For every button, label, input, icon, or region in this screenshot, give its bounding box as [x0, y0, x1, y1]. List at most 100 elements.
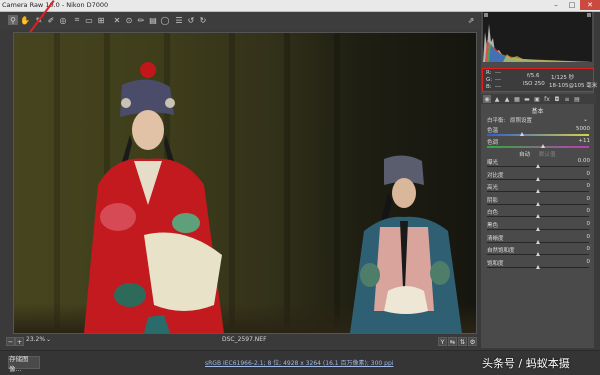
histogram [483, 12, 592, 62]
basic-slider-knob[interactable] [535, 252, 540, 257]
graduated-filter-icon[interactable]: ▤ [148, 15, 158, 25]
basic-slider-row[interactable]: 清晰度 0 [484, 234, 592, 245]
basic-slider-label: 饱和度 [487, 260, 504, 267]
aperture: f/5.6 [527, 73, 540, 79]
zoom-icon[interactable]: ⚲ [8, 15, 18, 25]
basic-slider-value[interactable]: 0 [587, 183, 591, 189]
color-sampler-icon[interactable]: ✐ [46, 15, 56, 25]
basic-slider-row[interactable]: 阴影 0 [484, 196, 592, 207]
settings-icon[interactable]: ⚙ [468, 337, 477, 346]
window-title-bar: Camera Raw 10.0 - Nikon D7000 – □ ✕ [0, 0, 600, 12]
tab-lens-icon[interactable]: ▣ [533, 95, 541, 103]
basic-slider-knob[interactable] [535, 239, 540, 244]
targeted-adjust-icon[interactable]: ◎ [58, 15, 68, 25]
focal-length: 18-105@105 毫米 [549, 83, 598, 89]
temp-tint-value[interactable]: +11 [578, 138, 590, 144]
temp-tint-knob[interactable] [520, 132, 525, 136]
b-label: B: [486, 84, 492, 90]
basic-slider-label: 对比度 [487, 172, 504, 179]
tab-snapshots-icon[interactable]: ▤ [573, 95, 581, 103]
image-preview[interactable] [13, 32, 477, 334]
zoom-out-button[interactable]: − [6, 337, 15, 346]
tab-basic-icon[interactable]: ◉ [483, 95, 491, 103]
basic-slider-knob[interactable] [535, 264, 540, 269]
zoom-dropdown-icon[interactable]: ⌄ [46, 336, 51, 343]
tab-camera-calibration-icon[interactable]: ◘ [553, 95, 561, 103]
basic-slider-knob[interactable] [535, 201, 540, 206]
minimize-button[interactable]: – [548, 0, 564, 10]
zoom-level[interactable]: 23.2% [26, 336, 45, 343]
g-value: --- [495, 77, 501, 83]
rotate-cw-icon[interactable]: ↻ [198, 15, 208, 25]
temp-tint-track[interactable] [487, 146, 589, 148]
tab-effects-icon[interactable]: fx [543, 95, 551, 103]
temp-tint-row[interactable]: 色温 5000 [484, 126, 592, 137]
r-label: R: [486, 70, 492, 76]
basic-slider-label: 曝光 [487, 160, 499, 166]
chevron-down-icon[interactable]: ⌄ [583, 116, 588, 123]
auto-button[interactable]: 自动 [519, 150, 530, 158]
basic-slider-knob[interactable] [535, 214, 540, 219]
basic-slider-row[interactable]: 自然饱和度 0 [484, 246, 592, 257]
temp-tint-value[interactable]: 5000 [576, 126, 590, 132]
before-after-icon[interactable]: ⇆ [448, 337, 457, 346]
basic-slider-value[interactable]: 0 [587, 208, 591, 214]
temp-tint-knob[interactable] [540, 144, 545, 148]
straighten-icon[interactable]: ▭ [84, 15, 94, 25]
basic-slider-knob[interactable] [535, 164, 540, 168]
basic-slider-row[interactable]: 黑色 0 [484, 221, 592, 232]
default-button[interactable]: 默认值 [539, 150, 556, 158]
preferences-icon[interactable]: ☰ [174, 15, 184, 25]
preview-bottom-bar: − + 23.2% ⌄ DSC_2597.NEF Y ⇆ ⇅ ⚙ [0, 336, 480, 346]
white-balance-label: 白平衡: [487, 118, 506, 124]
close-button[interactable]: ✕ [580, 0, 600, 10]
basic-slider-value[interactable]: 0 [587, 221, 591, 227]
crop-icon[interactable]: ⌗ [72, 15, 82, 25]
basic-slider-label: 清晰度 [487, 235, 504, 242]
b-value: --- [495, 84, 501, 90]
temp-tint-row[interactable]: 色调 +11 [484, 138, 592, 149]
temp-tint-label: 色调 [487, 140, 499, 146]
g-label: G: [486, 77, 493, 83]
red-eye-icon[interactable]: ⊙ [124, 15, 134, 25]
stage-photo [14, 33, 476, 333]
basic-slider-knob[interactable] [535, 189, 540, 194]
save-image-button[interactable]: 存储图像... [8, 355, 40, 373]
r-value: --- [495, 70, 501, 76]
zoom-in-button[interactable]: + [15, 337, 24, 346]
tab-presets-icon[interactable]: ≡ [563, 95, 571, 103]
transform-icon[interactable]: ⊞ [96, 15, 106, 25]
open-image-icon[interactable]: ⇗ [466, 15, 476, 25]
basic-slider-value[interactable]: 0 [587, 234, 591, 240]
spot-removal-icon[interactable]: ✕ [112, 15, 122, 25]
basic-slider-value[interactable]: 0 [587, 246, 591, 252]
tab-detail-icon[interactable]: ▲ [503, 95, 511, 103]
workflow-options-link[interactable]: sRGB IEC61966-2.1; 8 位; 4928 x 3264 (16.… [205, 358, 393, 367]
view-y-button[interactable]: Y [438, 337, 447, 346]
white-balance-select[interactable]: 原照设置 [510, 116, 532, 124]
basic-slider-row[interactable]: 对比度 0 [484, 171, 592, 182]
basic-slider-knob[interactable] [535, 227, 540, 231]
basic-slider-value[interactable]: 0 [587, 171, 591, 177]
temp-tint-label: 色温 [487, 128, 499, 134]
status-bar: 存储图像... sRGB IEC61966-2.1; 8 位; 4928 x 3… [0, 350, 600, 375]
basic-slider-row[interactable]: 高光 0 [484, 183, 592, 194]
basic-slider-row[interactable]: 曝光 0.00 [484, 158, 592, 169]
tab-hsl-icon[interactable]: ▦ [513, 95, 521, 103]
swap-icon[interactable]: ⇅ [458, 337, 467, 346]
radial-filter-icon[interactable]: ◯ [160, 15, 170, 25]
basic-slider-row[interactable]: 饱和度 0 [484, 259, 592, 270]
maximize-button[interactable]: □ [564, 0, 580, 10]
basic-slider-knob[interactable] [535, 176, 540, 181]
tab-split-toning-icon[interactable]: ▬ [523, 95, 531, 103]
adjustment-brush-icon[interactable]: ✏ [136, 15, 146, 25]
basic-slider-value[interactable]: 0 [587, 259, 591, 265]
basic-slider-row[interactable]: 白色 0 [484, 208, 592, 219]
exif-info-box: R: --- G: --- B: --- f/5.6 1/125 秒 ISO 2… [482, 68, 598, 92]
tab-tone-curve-icon[interactable]: ▲ [493, 95, 501, 103]
basic-slider-value[interactable]: 0 [587, 196, 591, 202]
basic-slider-value[interactable]: 0.00 [578, 158, 590, 164]
hand-icon[interactable]: ✋ [20, 15, 30, 25]
temp-tint-track[interactable] [487, 134, 589, 136]
rotate-ccw-icon[interactable]: ↺ [186, 15, 196, 25]
